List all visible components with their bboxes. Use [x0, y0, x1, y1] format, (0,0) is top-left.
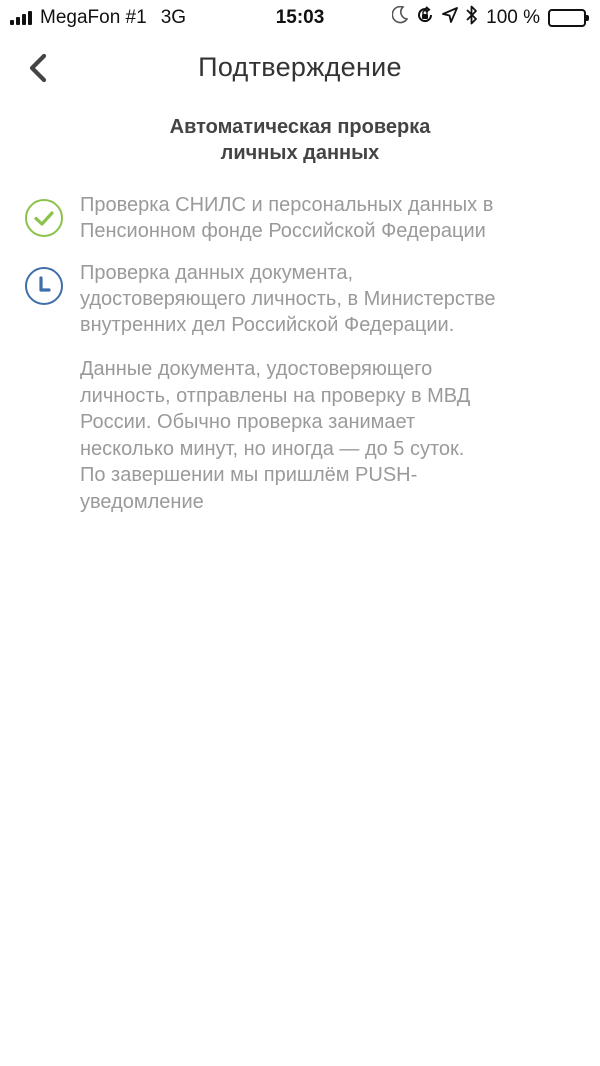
check-circle-icon [24, 198, 64, 238]
note-line: личность, отправлены на проверку в МВД [80, 384, 471, 407]
note-line: Данные документа, удостоверяющего [80, 358, 433, 380]
status-bar: MegaFon #1 3G 15:03 100 % [0, 0, 600, 36]
status-left: MegaFon #1 3G [10, 7, 186, 29]
bluetooth-icon [466, 5, 478, 31]
moon-icon [391, 5, 409, 30]
status-right: 100 % [391, 5, 589, 31]
note-line: уведомление [80, 490, 204, 513]
clock-icon [24, 266, 64, 306]
network-type: 3G [160, 7, 187, 28]
verification-note: Данные документа, удостоверяющего личнос… [80, 356, 585, 515]
orientation-lock-icon [416, 6, 434, 30]
battery-icon [548, 9, 589, 27]
heading-line: Автоматическая проверка [169, 116, 431, 138]
step-line: Проверка СНИЛС и персональных данных в [80, 194, 494, 216]
section-heading: Автоматическая проверка личных данных [100, 114, 500, 166]
location-arrow-icon [442, 7, 459, 29]
battery-level: 100 % [486, 7, 540, 28]
confirmation-screen: MegaFon #1 3G 15:03 100 % Подтверждение … [0, 0, 600, 1066]
nav-bar: Подтверждение [0, 36, 600, 100]
note-line: По завершении мы пришлём PUSH- [80, 464, 418, 486]
step-text: Проверка данных документа, удостоверяюще… [80, 260, 585, 338]
heading-line: личных данных [220, 142, 380, 164]
signal-icon [10, 11, 32, 25]
step-line: Пенсионном фонде Российской Федерации [80, 220, 486, 242]
note-line: России. Обычно проверка занимает [80, 411, 416, 433]
carrier-name: MegaFon #1 [40, 7, 147, 28]
step-text: Проверка СНИЛС и персональных данных в П… [80, 192, 585, 244]
step-line: Проверка данных документа, [80, 262, 354, 284]
step-line: внутренних дел Российской Федерации. [80, 314, 455, 336]
note-line: несколько минут, но иногда — до 5 суток. [80, 437, 465, 460]
step-line: удостоверяющего личность, в Министерстве [80, 288, 496, 310]
page-title: Подтверждение [198, 52, 402, 82]
